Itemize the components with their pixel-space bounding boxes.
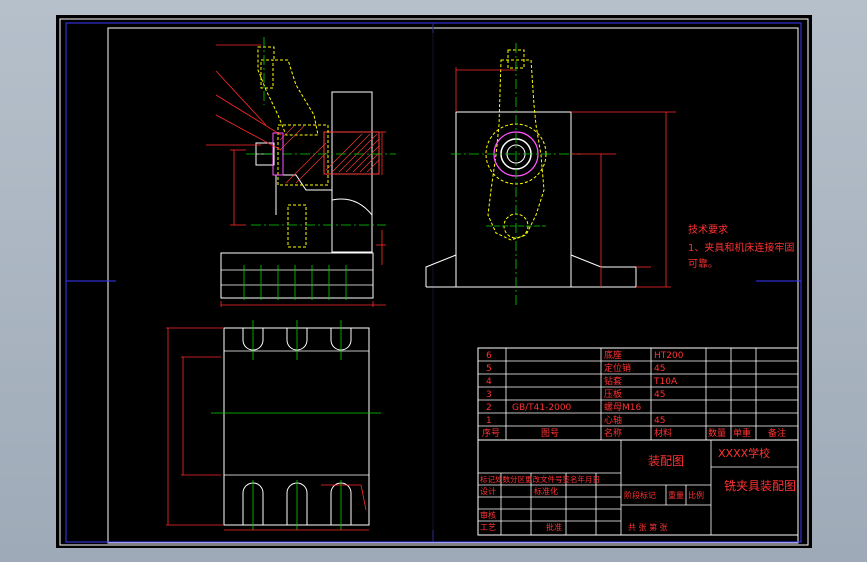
front-dimensions: [206, 44, 386, 307]
tech-line-2: 可靠。: [688, 257, 718, 270]
header-material: 材料: [654, 427, 672, 439]
mandrel-hatch: [325, 133, 380, 173]
stage-mark-label: 阶段标记: [624, 490, 656, 500]
top-view: [166, 320, 381, 531]
part-name: 心轴: [604, 414, 622, 426]
title-block: 装配图 XXXX学校 铣夹具装配图 标记处数分区更改文件号签名年月日 设计 标准…: [477, 439, 799, 536]
side-dimensions: [455, 67, 676, 288]
fixture-support: [275, 174, 332, 215]
part-name: 定位销: [604, 362, 631, 374]
header-qty: 数量: [708, 427, 726, 439]
part-no: 1: [486, 416, 492, 426]
locating-pin: [287, 204, 307, 248]
part-material: T10A: [653, 377, 678, 387]
part-material: 45: [654, 390, 665, 400]
outer-frame: [59, 18, 809, 546]
header-remark: 备注: [768, 427, 786, 439]
part-material: 45: [654, 416, 665, 426]
part-name: 底座: [604, 349, 622, 361]
part-no: 5: [486, 364, 492, 374]
side-body: [455, 111, 572, 288]
side-left-foot: [425, 254, 457, 287]
fixture-body: [331, 91, 373, 253]
part-no: 6: [486, 351, 492, 361]
part-no: 2: [486, 403, 492, 413]
tech-requirements: 技术要求 1、夹具和机床连接牢固 可靠。: [688, 223, 794, 270]
tech-line-1: 1、夹具和机床连接牢固: [688, 241, 794, 254]
review-label: 审核: [480, 510, 496, 520]
header-weight: 单重: [733, 427, 751, 439]
part-material: 45: [654, 364, 665, 374]
process-label: 工艺: [480, 523, 496, 532]
front-view-section: [206, 37, 396, 307]
side-right-foot: [426, 254, 637, 288]
header-seq: 序号: [482, 427, 500, 439]
top-centerlines: [211, 320, 381, 530]
design-label: 设计: [480, 486, 496, 496]
part-name: 钻套: [604, 375, 622, 387]
side-view: [425, 43, 676, 305]
approve-label: 批准: [546, 522, 562, 532]
part-material: HT200: [654, 351, 684, 361]
assembly-title: 铣夹具装配图: [724, 479, 796, 493]
part-name: 螺母M16: [604, 402, 641, 413]
sheets-label: 共 张 第 张: [628, 522, 668, 532]
tech-heading: 技术要求: [688, 223, 728, 236]
drawing-name: 装配图: [648, 454, 684, 468]
top-dimensions: [166, 327, 369, 531]
cad-viewport[interactable]: 技术要求 1、夹具和机床连接牢固 可靠。 6 底座 HT200 5 定位销 45: [56, 15, 812, 548]
part-name: 压板: [604, 388, 622, 400]
mark-row-label: 标记处数分区更改文件号签名年月日: [480, 474, 600, 484]
part-no: 4: [486, 377, 492, 387]
part-code: GB/T41-2000: [512, 403, 572, 413]
fixture-fillet: [331, 198, 373, 216]
header-code: 图号: [541, 428, 559, 439]
assembly-drawing-sheet: 技术要求 1、夹具和机床连接牢固 可靠。 6 底座 HT200 5 定位销 45: [59, 18, 809, 546]
parts-list-grid: [478, 348, 798, 440]
standard-label: 标准化: [534, 486, 558, 496]
header-name: 名称: [604, 427, 622, 439]
inner-frame: [107, 27, 799, 544]
school-name: XXXX学校: [718, 446, 770, 460]
parts-list: 6 底座 HT200 5 定位销 45 4 钻套 T10A 3 压板 45 2 …: [477, 347, 799, 441]
top-base-outline: [223, 327, 370, 526]
blue-border: [65, 22, 802, 543]
weight-label: 重量: [668, 490, 684, 500]
clamp-screw: [260, 59, 274, 89]
part-no: 3: [486, 390, 492, 400]
scale-label: 比例: [688, 490, 704, 500]
